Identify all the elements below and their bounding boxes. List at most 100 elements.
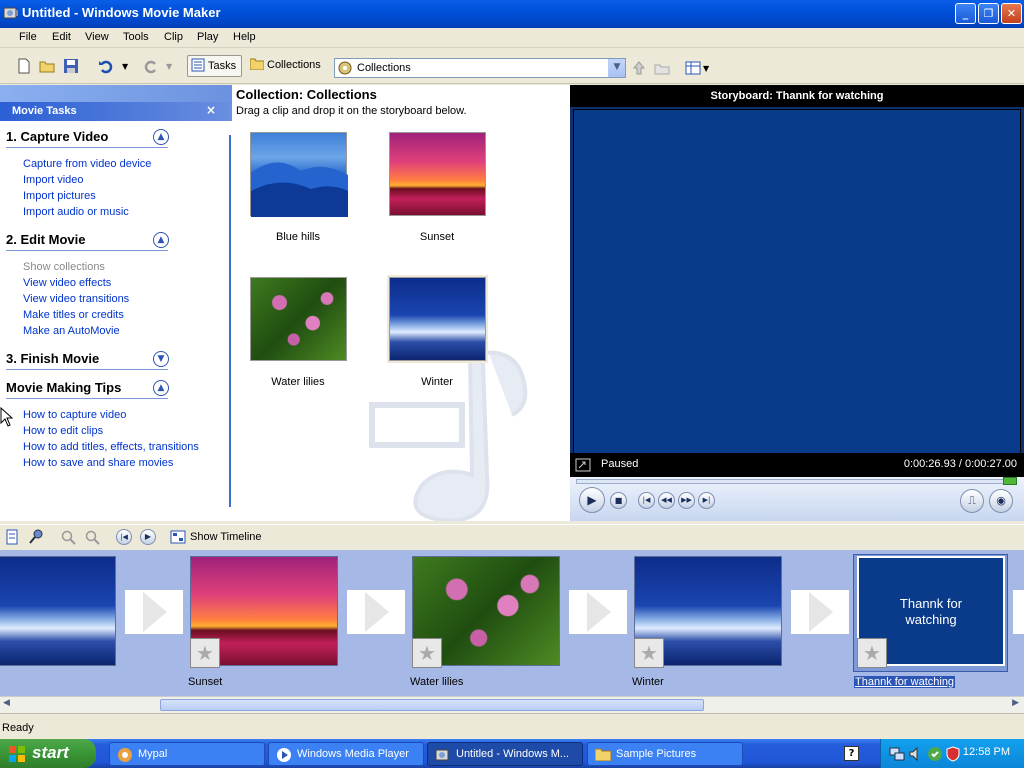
section-finish-movie[interactable]: 3. Finish Movie (6, 351, 99, 366)
taskbar-item-media-player[interactable]: Windows Media Player (268, 742, 424, 766)
menu-tools[interactable]: Tools (123, 31, 149, 43)
transition-slot[interactable] (125, 590, 183, 634)
taskbar-item-mypal[interactable]: Mypal (109, 742, 265, 766)
take-picture-button[interactable]: ◉ (989, 489, 1013, 513)
menu-help[interactable]: Help (233, 31, 256, 43)
tasks-button[interactable]: Tasks (187, 55, 242, 77)
open-project-icon[interactable] (39, 58, 55, 74)
undo-icon[interactable] (98, 58, 114, 74)
seek-handle[interactable] (1003, 477, 1017, 485)
split-clip-button[interactable]: ⎍ (960, 489, 984, 513)
effect-star-icon[interactable]: ★ (634, 638, 664, 668)
previous-frame-button[interactable]: |◀ (638, 492, 655, 509)
rewind-button[interactable]: ◀◀ (658, 492, 675, 509)
section-edit-movie[interactable]: 2. Edit Movie (6, 232, 85, 247)
views-dropdown-icon[interactable]: ▼ (703, 64, 709, 73)
stop-button[interactable]: ■ (610, 492, 627, 509)
link-import-audio[interactable]: Import audio or music (23, 206, 129, 218)
thumb-sunset[interactable] (389, 132, 486, 216)
start-button[interactable]: start (0, 739, 96, 768)
section-capture-video[interactable]: 1. Capture Video (6, 129, 108, 144)
menu-file[interactable]: File (19, 31, 37, 43)
zoom-in-icon[interactable] (61, 530, 76, 545)
play-button[interactable]: ▶ (579, 487, 605, 513)
new-project-icon[interactable] (16, 58, 32, 74)
up-level-icon[interactable] (631, 60, 647, 76)
taskbar-item-movie-maker[interactable]: Untitled - Windows M... (427, 742, 583, 766)
narrate-icon[interactable] (5, 529, 19, 545)
scroll-right-icon[interactable]: ▶ (1012, 698, 1019, 708)
collapse-icon[interactable]: ▲ (153, 232, 169, 248)
effect-star-icon[interactable]: ★ (190, 638, 220, 668)
transition-slot[interactable] (347, 590, 405, 634)
collapse-icon[interactable]: ▲ (153, 129, 169, 145)
expand-icon[interactable]: ▼ (153, 351, 169, 367)
thumb-water-lilies[interactable] (250, 277, 347, 361)
pane-divider[interactable] (229, 135, 231, 507)
chevron-down-icon[interactable]: ▼ (608, 59, 625, 77)
storyboard-clip[interactable]: ★ (190, 556, 338, 668)
link-how-titles[interactable]: How to add titles, effects, transitions (23, 441, 199, 453)
help-icon[interactable]: ? (844, 746, 859, 761)
preview-screen (573, 109, 1021, 455)
network-icon[interactable] (889, 746, 905, 762)
link-import-video[interactable]: Import video (23, 174, 84, 186)
collection-select[interactable]: Collections ▼ (334, 58, 626, 78)
seek-bar[interactable] (576, 479, 1016, 484)
forward-button[interactable]: ▶▶ (678, 492, 695, 509)
storyboard-clip[interactable] (0, 556, 116, 668)
link-video-transitions[interactable]: View video transitions (23, 293, 129, 305)
thumb-winter[interactable] (387, 275, 488, 363)
close-button[interactable]: ✕ (1001, 3, 1022, 24)
storyboard-clip[interactable]: ★ (412, 556, 560, 668)
new-collection-icon[interactable] (654, 60, 670, 76)
menu-clip[interactable]: Clip (164, 31, 183, 43)
section-making-tips[interactable]: Movie Making Tips (6, 380, 121, 395)
link-video-effects[interactable]: View video effects (23, 277, 111, 289)
taskbar-item-sample-pictures[interactable]: Sample Pictures (587, 742, 743, 766)
fullscreen-icon[interactable] (575, 458, 591, 472)
next-frame-button[interactable]: ▶| (698, 492, 715, 509)
transition-slot[interactable] (791, 590, 849, 634)
storyboard-scrollbar[interactable]: ◀ ▶ (0, 696, 1024, 713)
security-shield-icon[interactable] (946, 746, 960, 762)
views-icon[interactable] (685, 60, 701, 76)
thumb-blue-hills[interactable] (250, 132, 348, 217)
close-icon[interactable]: × (206, 103, 216, 117)
play-storyboard-button[interactable]: ▶ (140, 529, 156, 545)
storyboard-clip-title[interactable]: Thannk for watching ★ (857, 556, 1005, 668)
link-how-save[interactable]: How to save and share movies (23, 457, 173, 469)
menu-play[interactable]: Play (197, 31, 218, 43)
microphone-icon[interactable] (28, 529, 44, 545)
redo-icon[interactable] (143, 58, 159, 74)
scroll-thumb[interactable] (160, 699, 704, 711)
effect-star-icon[interactable]: ★ (412, 638, 442, 668)
transition-slot[interactable] (569, 590, 627, 634)
link-import-pictures[interactable]: Import pictures (23, 190, 96, 202)
zoom-out-icon[interactable] (85, 530, 100, 545)
rewind-storyboard-button[interactable]: |◀ (116, 529, 132, 545)
link-capture-from-device[interactable]: Capture from video device (23, 158, 151, 170)
collapse-icon[interactable]: ▲ (153, 380, 169, 396)
link-titles-credits[interactable]: Make titles or credits (23, 309, 124, 321)
save-icon[interactable] (63, 58, 79, 74)
undo-dropdown-icon[interactable]: ▼ (122, 62, 128, 71)
restore-button[interactable]: ❐ (978, 3, 999, 24)
scroll-left-icon[interactable]: ◀ (3, 698, 10, 708)
link-automovie[interactable]: Make an AutoMovie (23, 325, 120, 337)
redo-dropdown-icon[interactable]: ▼ (166, 62, 172, 71)
storyboard-clip[interactable]: ★ (634, 556, 782, 668)
title-bar[interactable]: Untitled - Windows Movie Maker _ ❐ ✕ (0, 0, 1024, 28)
show-timeline-button[interactable]: Show Timeline (190, 531, 262, 543)
update-icon[interactable] (927, 746, 943, 762)
menu-view[interactable]: View (85, 31, 109, 43)
minimize-button[interactable]: _ (955, 3, 976, 24)
transition-slot[interactable] (1013, 590, 1024, 634)
effect-star-icon[interactable]: ★ (857, 638, 887, 668)
link-how-capture[interactable]: How to capture video (23, 409, 126, 421)
collections-button[interactable]: Collections (247, 55, 323, 77)
volume-icon[interactable] (908, 746, 924, 762)
timeline-icon[interactable] (170, 529, 186, 545)
menu-edit[interactable]: Edit (52, 31, 71, 43)
link-how-edit[interactable]: How to edit clips (23, 425, 103, 437)
